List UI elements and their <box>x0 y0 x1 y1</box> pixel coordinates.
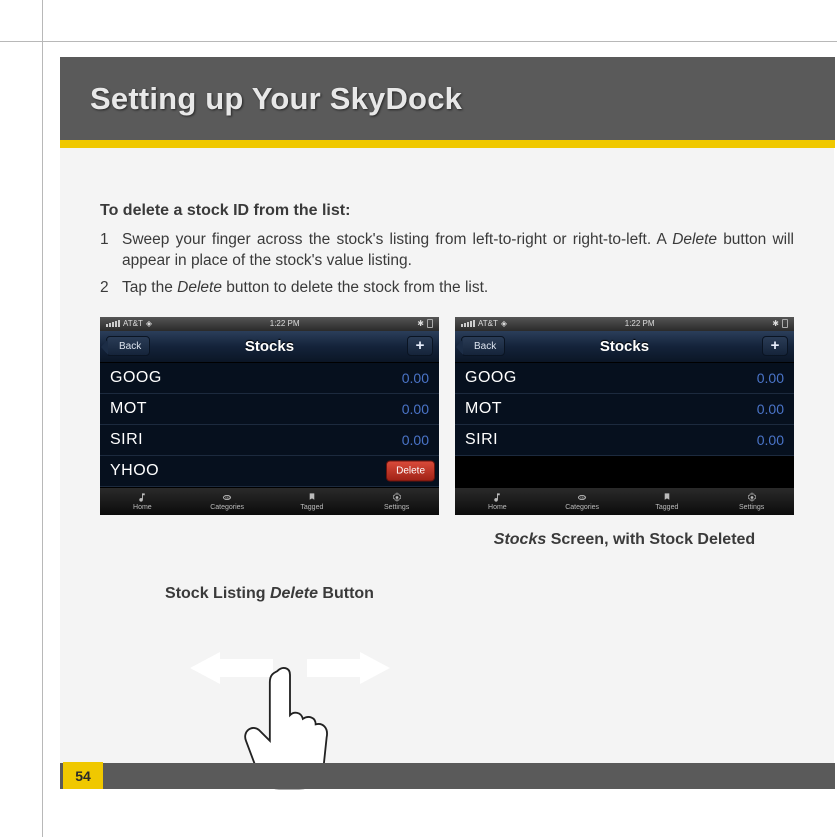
caption-right: Stocks Screen, with Stock Deleted <box>455 531 794 549</box>
stock-row[interactable]: GOOG 0.00 <box>455 363 794 394</box>
tab-settings[interactable]: Settings <box>709 488 794 515</box>
step-number: 2 <box>100 278 122 299</box>
tab-home[interactable]: Home <box>455 488 540 515</box>
stock-row[interactable]: MOT 0.00 <box>455 394 794 425</box>
music-note-icon <box>491 492 503 503</box>
tag-icon <box>661 492 673 503</box>
carrier-label: AT&T <box>478 319 498 328</box>
tab-tagged[interactable]: Tagged <box>270 488 355 515</box>
status-bar: AT&T ◈ 1:22 PM ✱ <box>100 317 439 331</box>
stock-row[interactable]: SIRI 0.00 <box>455 425 794 456</box>
screenshot-row: AT&T ◈ 1:22 PM ✱ Back Stocks + <box>100 317 794 603</box>
footer-band: 54 <box>60 763 835 789</box>
screenshot-left-column: AT&T ◈ 1:22 PM ✱ Back Stocks + <box>100 317 439 603</box>
stock-symbol: MOT <box>465 400 502 418</box>
status-bar: AT&T ◈ 1:22 PM ✱ <box>455 317 794 331</box>
horizontal-rule <box>0 41 837 42</box>
tab-tagged[interactable]: Tagged <box>625 488 710 515</box>
arrow-left-icon <box>190 652 220 684</box>
stock-symbol: SIRI <box>110 431 143 449</box>
stock-value: 0.00 <box>757 401 784 417</box>
gear-icon <box>746 492 758 503</box>
phone-screenshot-right: AT&T ◈ 1:22 PM ✱ Back Stocks + <box>455 317 794 515</box>
stock-value: 0.00 <box>402 370 429 386</box>
accent-line <box>60 140 835 148</box>
step-text: Sweep your finger across the stock's lis… <box>122 230 794 272</box>
svg-text:XM: XM <box>580 496 585 500</box>
section-heading: To delete a stock ID from the list: <box>100 202 794 220</box>
add-button[interactable]: + <box>407 336 433 356</box>
stock-list[interactable]: GOOG 0.00 MOT 0.00 SIRI 0.00 <box>455 363 794 456</box>
stock-value: 0.00 <box>402 401 429 417</box>
stock-row[interactable]: GOOG 0.00 <box>100 363 439 394</box>
stock-list[interactable]: GOOG 0.00 MOT 0.00 SIRI 0.00 YHOO <box>100 363 439 487</box>
signal-icon <box>461 320 475 327</box>
step-text: Tap the Delete button to delete the stoc… <box>122 278 794 299</box>
stock-value: 0.00 <box>402 432 429 448</box>
wifi-icon: ◈ <box>501 319 507 328</box>
back-button[interactable]: Back <box>106 336 150 356</box>
arrow-right-icon <box>360 652 390 684</box>
bluetooth-icon: ✱ <box>417 319 424 328</box>
xm-icon: XM <box>576 492 588 503</box>
battery-icon <box>782 319 788 328</box>
page-number: 54 <box>63 762 103 789</box>
signal-icon <box>106 320 120 327</box>
stock-value: 0.00 <box>757 370 784 386</box>
carrier-label: AT&T <box>123 319 143 328</box>
stock-symbol: SIRI <box>465 431 498 449</box>
bluetooth-icon: ✱ <box>772 319 779 328</box>
back-button[interactable]: Back <box>461 336 505 356</box>
nav-title: Stocks <box>455 338 794 355</box>
tab-settings[interactable]: Settings <box>354 488 439 515</box>
swipe-arrows-icon <box>190 652 390 685</box>
stock-symbol: MOT <box>110 400 147 418</box>
nav-bar: Back Stocks + <box>100 331 439 363</box>
wifi-icon: ◈ <box>146 319 152 328</box>
stock-row[interactable]: SIRI 0.00 <box>100 425 439 456</box>
vertical-rule <box>42 0 43 837</box>
tab-categories[interactable]: XM Categories <box>185 488 270 515</box>
phone-screenshot-left: AT&T ◈ 1:22 PM ✱ Back Stocks + <box>100 317 439 515</box>
stock-row[interactable]: MOT 0.00 <box>100 394 439 425</box>
tab-home[interactable]: Home <box>100 488 185 515</box>
page-title: Setting up Your SkyDock <box>90 81 462 117</box>
tab-categories[interactable]: XM Categories <box>540 488 625 515</box>
instruction-step: 2 Tap the Delete button to delete the st… <box>100 278 794 299</box>
stock-row[interactable]: YHOO Delete <box>100 456 439 487</box>
status-time: 1:22 PM <box>270 319 300 328</box>
instruction-list: 1 Sweep your finger across the stock's l… <box>100 230 794 299</box>
nav-bar: Back Stocks + <box>455 331 794 363</box>
stock-symbol: GOOG <box>110 369 162 387</box>
step-number: 1 <box>100 230 122 272</box>
tab-bar: Home XM Categories Tagged Settings <box>100 488 439 515</box>
stock-symbol: GOOG <box>465 369 517 387</box>
instruction-step: 1 Sweep your finger across the stock's l… <box>100 230 794 272</box>
add-button[interactable]: + <box>762 336 788 356</box>
nav-title: Stocks <box>100 338 439 355</box>
tag-icon <box>306 492 318 503</box>
stock-symbol: YHOO <box>110 462 159 480</box>
status-time: 1:22 PM <box>625 319 655 328</box>
battery-icon <box>427 319 433 328</box>
music-note-icon <box>136 492 148 503</box>
document-page: Setting up Your SkyDock To delete a stoc… <box>0 0 837 837</box>
xm-icon: XM <box>221 492 233 503</box>
body-area: To delete a stock ID from the list: 1 Sw… <box>60 148 834 763</box>
screenshot-right-column: AT&T ◈ 1:22 PM ✱ Back Stocks + <box>455 317 794 603</box>
caption-left: Stock Listing Delete Button <box>100 585 439 603</box>
header-band: Setting up Your SkyDock <box>60 57 835 140</box>
stock-value: 0.00 <box>757 432 784 448</box>
delete-button[interactable]: Delete <box>386 460 435 481</box>
svg-text:XM: XM <box>225 496 230 500</box>
gear-icon <box>391 492 403 503</box>
tab-bar: Home XM Categories Tagged Settings <box>455 488 794 515</box>
